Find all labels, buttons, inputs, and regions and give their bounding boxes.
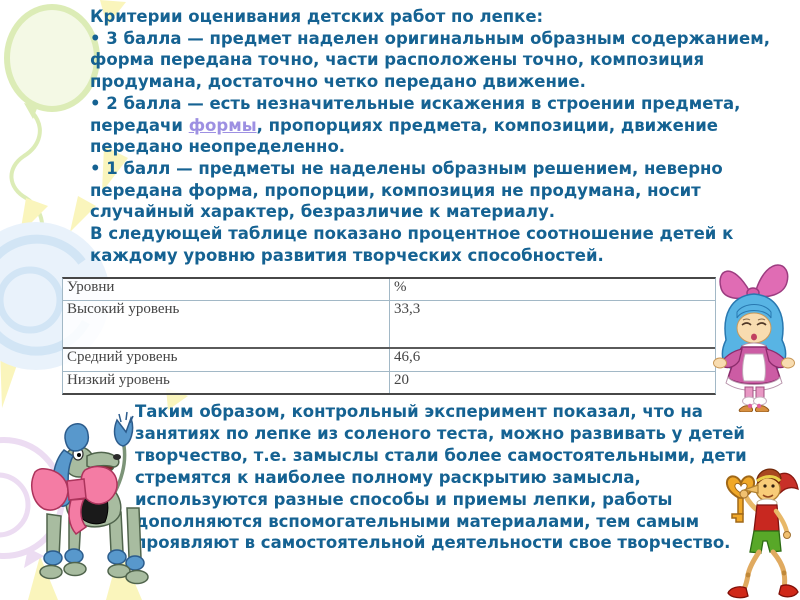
formy-hyperlink[interactable]: формы [189,116,257,135]
table-row-middle-level: Средний уровень 46,6 [63,349,715,372]
criteria-title: Критерии оценивания детских работ по леп… [90,7,544,26]
conclusion-text: Таким образом, контрольный эксперимент п… [135,402,747,553]
level-cell: Высокий уровень [63,301,390,347]
presentation-slide: Критерии оценивания детских работ по леп… [0,0,800,600]
level-cell: Низкий уровень [63,372,390,393]
table-intro-text: В следующей таблице показано процентное … [90,224,734,265]
level-cell: Средний уровень [63,349,390,371]
results-table: Уровни % Высокий уровень 33,3 Средний ур… [62,277,716,395]
percent-cell: 46,6 [394,349,421,365]
table-row-high-level: Высокий уровень 33,3 [63,301,715,349]
table-row-low-level: Низкий уровень 20 [63,372,715,393]
percent-cell: 20 [394,372,409,388]
poodle-with-pink-bow-icon [31,411,149,585]
criteria-bullet-3: • 3 балла — предмет наделен оригинальным… [90,28,770,92]
buratino-with-golden-key-icon [725,468,799,599]
criteria-bullet-1: • 1 балл — предметы не наделены образным… [90,158,723,222]
table-header-levels: Уровни [63,279,390,300]
percent-cell: 33,3 [394,301,421,317]
table-header-percent: % [394,279,407,295]
doll-with-pink-bow-icon [713,264,795,412]
criteria-text-block: Критерии оценивания детских работ по леп… [90,6,800,266]
table-header-row: Уровни % [63,279,715,301]
criteria-bullet-2: • 2 балла — есть незначительные искажени… [90,93,800,158]
